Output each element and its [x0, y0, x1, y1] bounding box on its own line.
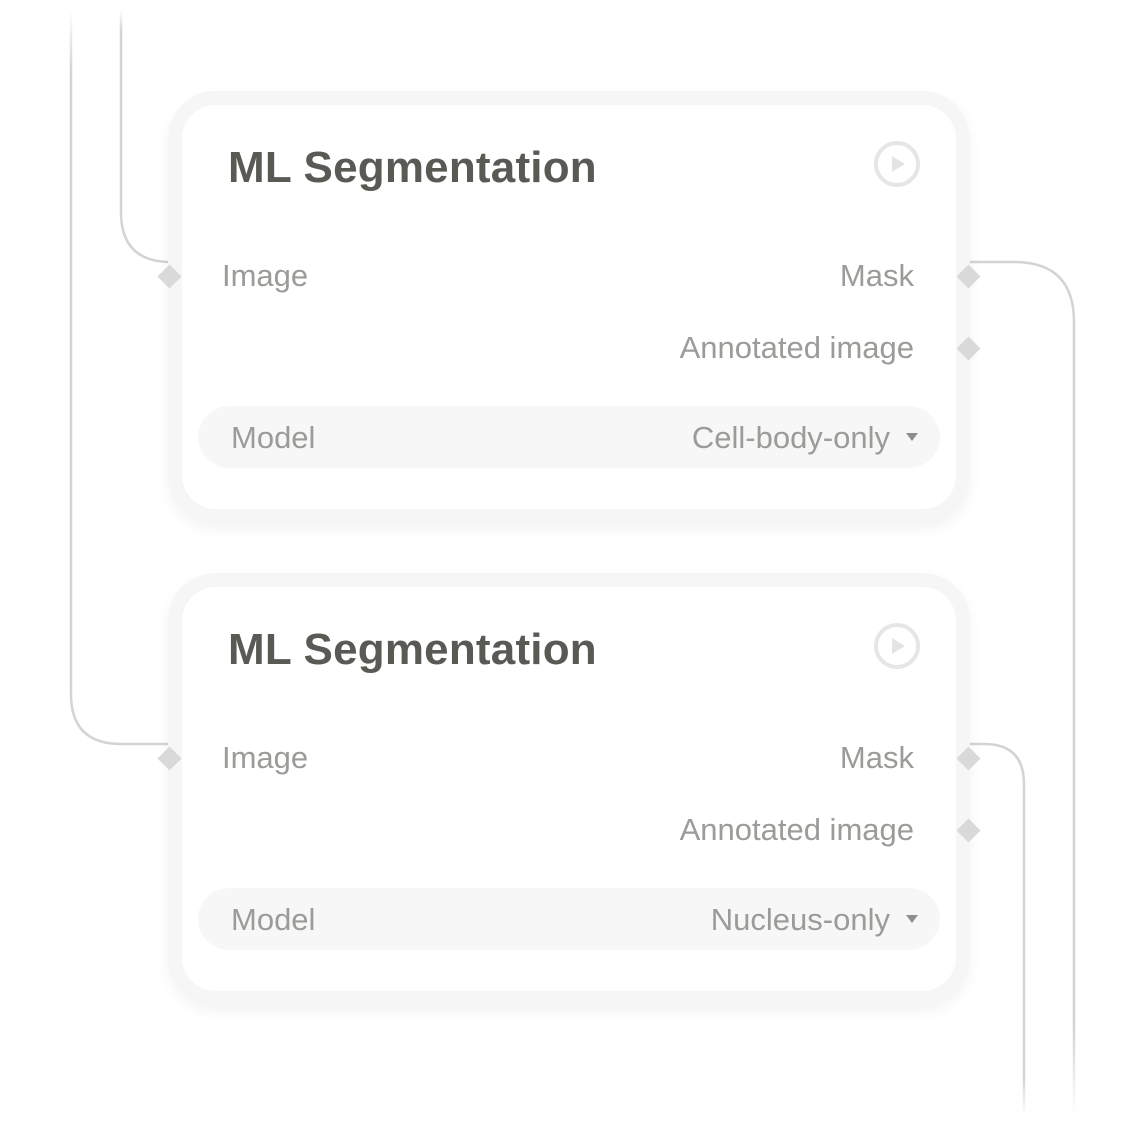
play-circle-icon [892, 156, 905, 172]
caret-down-icon [906, 433, 918, 441]
run-button[interactable] [874, 623, 920, 669]
wire-input-node-2 [69, 10, 175, 746]
input-label-image: Image [222, 258, 309, 293]
node-title: ML Segmentation [228, 143, 597, 192]
model-value: Cell-body-only [691, 420, 890, 455]
ml-segmentation-node[interactable]: ML Segmentation Image Mask Annotated ima… [157, 573, 981, 1005]
wire-output-node-1-mask [962, 260, 1076, 1115]
play-circle-icon [892, 638, 905, 654]
output-label-mask: Mask [839, 258, 914, 293]
wire-output-node-2-mask [962, 742, 1026, 1115]
run-button[interactable] [874, 141, 920, 187]
output-label-annotated-image: Annotated image [679, 330, 914, 365]
model-value: Nucleus-only [710, 902, 890, 937]
output-label-mask: Mask [839, 740, 914, 775]
output-label-annotated-image: Annotated image [679, 812, 914, 847]
model-select[interactable]: Model Nucleus-only [198, 888, 940, 950]
caret-down-icon [906, 915, 918, 923]
node-title: ML Segmentation [228, 625, 597, 674]
input-label-image: Image [222, 740, 309, 775]
node-graph-canvas[interactable]: ML Segmentation Image Mask Annotated ima… [0, 0, 1146, 1125]
model-select[interactable]: Model Cell-body-only [198, 406, 940, 468]
wire-input-node-1 [119, 10, 175, 264]
model-label: Model [231, 902, 316, 937]
ml-segmentation-node[interactable]: ML Segmentation Image Mask Annotated ima… [157, 91, 981, 523]
model-label: Model [231, 420, 316, 455]
